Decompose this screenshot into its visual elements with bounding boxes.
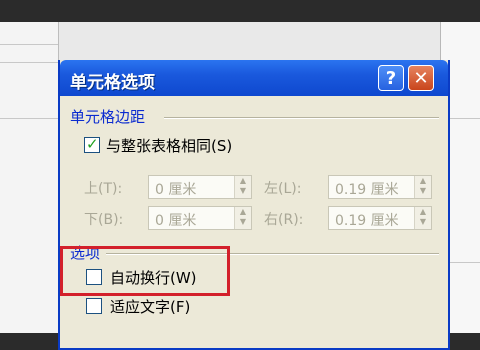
bottom-margin-value: 0 厘米 bbox=[155, 213, 197, 229]
question-icon: ? bbox=[385, 67, 397, 89]
close-icon: ✕ bbox=[413, 67, 429, 89]
document-line bbox=[0, 62, 58, 63]
dialog-title: 单元格选项 bbox=[70, 73, 155, 93]
highlight-annotation bbox=[60, 246, 230, 296]
top-margin-value: 0 厘米 bbox=[155, 182, 197, 198]
same-as-table-label: 与整张表格相同(S) bbox=[106, 137, 233, 155]
right-margin-spinner[interactable]: 0.19 厘米 ▲ ▼ bbox=[328, 206, 432, 230]
cell-margins-section-label: 单元格边距 bbox=[70, 108, 146, 126]
bottom-margin-spinner[interactable]: 0 厘米 ▲ ▼ bbox=[148, 206, 252, 230]
help-button[interactable]: ? bbox=[378, 65, 404, 91]
checkmark-icon: ✓ bbox=[86, 135, 99, 153]
close-button[interactable]: ✕ bbox=[408, 65, 434, 91]
right-margin-label: 右(R): bbox=[264, 212, 304, 228]
same-as-table-checkbox[interactable]: ✓ bbox=[84, 135, 100, 153]
top-margin-spinner[interactable]: 0 厘米 ▲ ▼ bbox=[148, 175, 252, 199]
dialog-titlebar[interactable]: 单元格选项 ? ✕ bbox=[60, 60, 448, 96]
fit-text-checkbox[interactable] bbox=[86, 298, 102, 314]
cell-options-dialog: 单元格选项 ? ✕ 单元格边距 ✓ 与整张表格相同(S) 上(T): 0 厘米 … bbox=[58, 60, 450, 350]
spinner-arrows-icon[interactable]: ▲ ▼ bbox=[414, 176, 431, 198]
section-divider bbox=[164, 117, 439, 118]
spinner-arrows-icon[interactable]: ▲ ▼ bbox=[414, 207, 431, 229]
right-margin-value: 0.19 厘米 bbox=[335, 213, 399, 229]
bottom-margin-label: 下(B): bbox=[84, 212, 124, 228]
left-margin-label: 左(L): bbox=[264, 181, 302, 197]
left-margin-value: 0.19 厘米 bbox=[335, 182, 399, 198]
document-page-left bbox=[0, 22, 59, 333]
document-line bbox=[0, 44, 58, 45]
fit-text-label: 适应文字(F) bbox=[110, 298, 191, 316]
spinner-arrows-icon[interactable]: ▲ ▼ bbox=[234, 207, 251, 229]
spinner-arrows-icon[interactable]: ▲ ▼ bbox=[234, 176, 251, 198]
top-margin-label: 上(T): bbox=[84, 181, 123, 197]
document-line bbox=[0, 118, 58, 119]
left-margin-spinner[interactable]: 0.19 厘米 ▲ ▼ bbox=[328, 175, 432, 199]
